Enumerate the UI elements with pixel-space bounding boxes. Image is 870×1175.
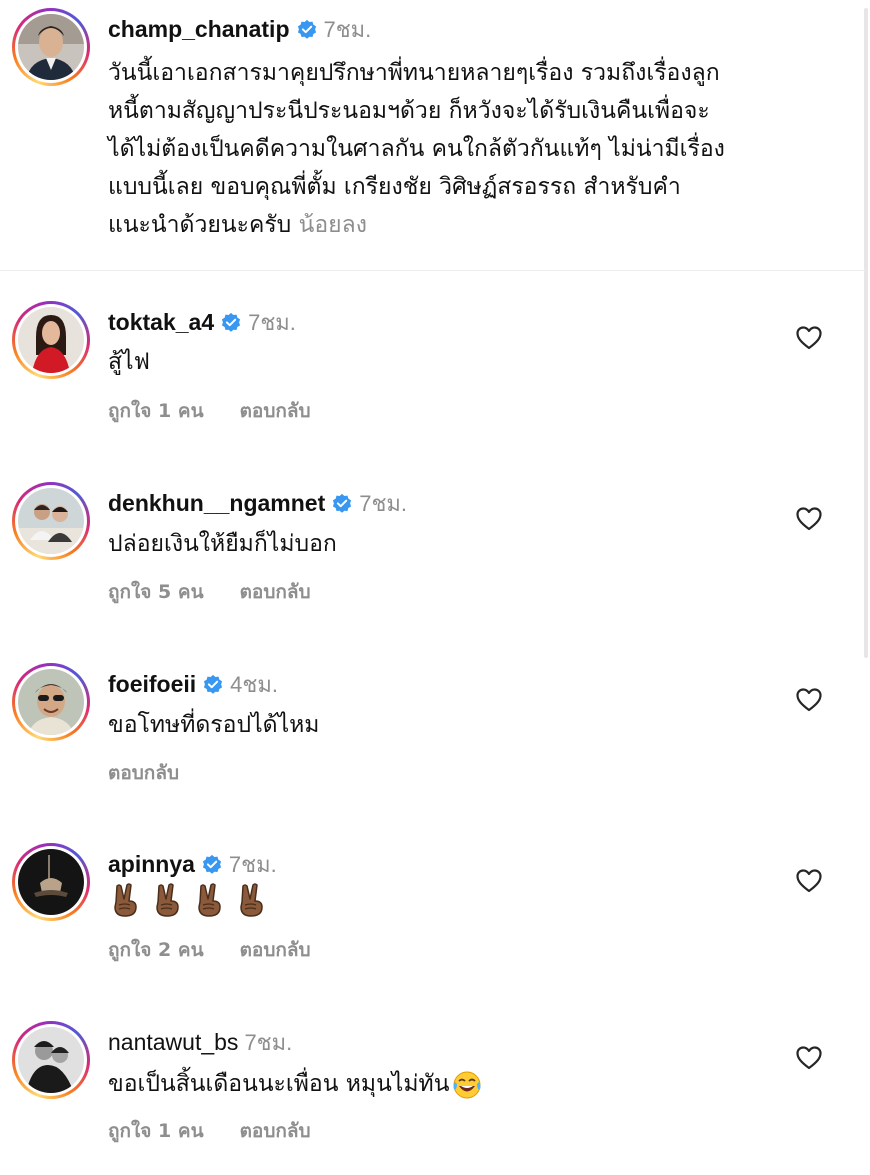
like-count[interactable]: ถูกใจ 2 คน	[108, 935, 204, 965]
caption-line-text: แนะนำด้วยนะครับ	[108, 212, 292, 238]
caption-username[interactable]: champ_chanatip	[108, 16, 290, 43]
caption-text: วันนี้เอาเอกสารมาคุยปรึกษาพี่ทนายหลายๆเร…	[108, 54, 848, 244]
comment-text-content: ขอเป็นสิ้นเดือนนะเพื่อน หมุนไม่ทัน	[108, 1071, 450, 1097]
verified-badge-icon	[202, 674, 224, 696]
comment-username[interactable]: toktak_a4	[108, 309, 214, 336]
verified-badge-icon	[220, 312, 242, 334]
comment-username[interactable]: denkhun__ngamnet	[108, 490, 325, 517]
avatar-ring[interactable]	[12, 8, 90, 86]
reply-button[interactable]: ตอบกลับ	[240, 935, 311, 965]
verified-badge-icon	[201, 854, 223, 876]
reply-button[interactable]: ตอบกลับ	[240, 396, 311, 426]
heart-icon[interactable]	[796, 1046, 824, 1072]
heart-icon[interactable]	[796, 688, 824, 714]
victory-hand-icon	[110, 883, 140, 917]
comment-username[interactable]: apinnya	[108, 851, 195, 878]
reply-button[interactable]: ตอบกลับ	[240, 577, 311, 607]
like-count[interactable]: ถูกใจ 5 คน	[108, 577, 204, 607]
avatar-ring[interactable]	[12, 1021, 90, 1099]
comment-time: 7ชม.	[248, 310, 296, 335]
reply-button[interactable]: ตอบกลับ	[108, 758, 179, 788]
comment-text: ปล่อยเงินให้ยืมก็ไม่บอก	[108, 531, 337, 557]
avatar[interactable]	[18, 669, 84, 735]
victory-hand-icon	[194, 883, 224, 917]
verified-badge-icon	[296, 19, 318, 41]
avatar[interactable]	[18, 488, 84, 554]
comment-time: 7ชม.	[244, 1030, 293, 1055]
avatar-ring[interactable]	[12, 482, 90, 560]
comment-text: สู้ไฟ	[108, 349, 150, 375]
laughing-emoji-icon	[451, 1070, 483, 1100]
heart-icon[interactable]	[796, 869, 824, 895]
avatar-ring[interactable]	[12, 663, 90, 741]
comment-time: 4ชม.	[230, 672, 278, 697]
comment-text: ขอเป็นสิ้นเดือนนะเพื่อน หมุนไม่ทัน	[108, 1066, 483, 1102]
comment-time: 7ชม.	[359, 491, 408, 516]
comment-time: 7ชม.	[228, 852, 277, 877]
verified-badge-icon	[331, 493, 353, 515]
avatar[interactable]	[18, 1027, 84, 1093]
caption-line: หนี้ตามสัญญาประนีประนอมฯด้วย ก็หวังจะได้…	[108, 98, 710, 124]
caption-line-last: แนะนำด้วยนะครับ น้อยลง	[108, 206, 848, 244]
reply-button[interactable]: ตอบกลับ	[240, 1116, 311, 1146]
like-count[interactable]: ถูกใจ 1 คน	[108, 396, 204, 426]
victory-hand-icon	[236, 883, 266, 917]
avatar[interactable]	[18, 307, 84, 373]
victory-hand-icon	[152, 883, 182, 917]
caption-line: ได้ไม่ต้องเป็นคดีความในศาลกัน คนใกล้ตัวก…	[108, 136, 725, 162]
caption-line: วันนี้เอาเอกสารมาคุยปรึกษาพี่ทนายหลายๆเร…	[108, 60, 720, 86]
comment-username[interactable]: nantawut_bs	[108, 1029, 238, 1056]
comment-username[interactable]: foeifoeii	[108, 671, 196, 698]
avatar[interactable]	[18, 14, 84, 80]
see-less-link[interactable]: น้อยลง	[299, 212, 367, 238]
caption-line: แบบนี้เลย ขอบคุณพี่ตั้ม เกรียงชัย วิศิษฏ…	[108, 174, 681, 200]
heart-icon[interactable]	[796, 507, 824, 533]
like-count[interactable]: ถูกใจ 1 คน	[108, 1116, 204, 1146]
post-caption: champ_chanatip 7ชม. วันนี้เอาเอกสารมาคุย…	[0, 0, 866, 271]
avatar[interactable]	[18, 849, 84, 915]
comment-emoji	[110, 883, 266, 917]
avatar-ring[interactable]	[12, 301, 90, 379]
caption-time: 7ชม.	[323, 17, 372, 42]
comment-text: ขอโทษที่ดรอปได้ไหม	[108, 712, 320, 738]
avatar-ring[interactable]	[12, 843, 90, 921]
heart-icon[interactable]	[796, 326, 824, 352]
